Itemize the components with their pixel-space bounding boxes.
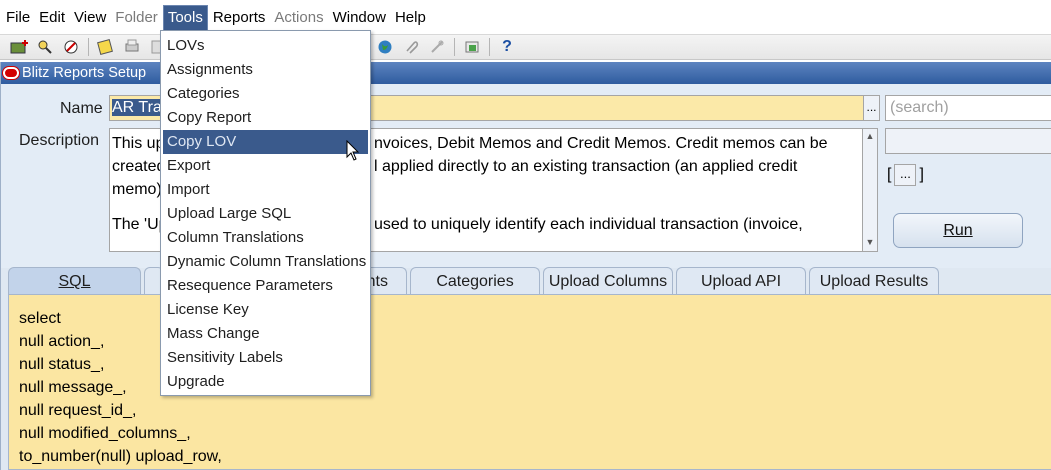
- description-line-1-right: nvoices, Debit Memos and Credit Memos. C…: [374, 135, 828, 152]
- tab-upload-api[interactable]: Upload API: [676, 267, 806, 294]
- menu-item-dynamic-column-translations[interactable]: Dynamic Column Translations: [161, 250, 370, 274]
- scroll-down-icon[interactable]: ▼: [864, 237, 876, 249]
- tab-upload-columns[interactable]: Upload Columns: [543, 267, 673, 294]
- description-line-3-left: memo): [112, 181, 162, 198]
- tools-menu-dropdown: LOVs Assignments Categories Copy Report …: [160, 30, 371, 396]
- menu-item-column-translations[interactable]: Column Translations: [161, 226, 370, 250]
- translations-icon[interactable]: [374, 37, 396, 57]
- menu-view[interactable]: View: [70, 6, 110, 30]
- form-area: Name AR Tra ... (search) Description Thi…: [1, 84, 1051, 268]
- menu-item-copy-report[interactable]: Copy Report: [161, 106, 370, 130]
- menu-item-import[interactable]: Import: [161, 178, 370, 202]
- toolbar-separator: [88, 38, 89, 56]
- description-para2-right: used to uniquely identify each individua…: [374, 216, 803, 233]
- tab-categories[interactable]: Categories: [410, 267, 540, 294]
- tab-upload-results-label: Upload Results: [819, 273, 929, 290]
- menu-item-sensitivity-labels[interactable]: Sensitivity Labels: [161, 346, 370, 370]
- run-button[interactable]: Run: [893, 213, 1023, 248]
- menu-item-lovs[interactable]: LOVs: [161, 34, 370, 58]
- bracket-dots[interactable]: ...: [894, 164, 917, 186]
- menu-bar: File Edit View Folder Tools Reports Acti…: [0, 4, 1051, 31]
- navigator-icon[interactable]: [60, 37, 82, 57]
- toolbar-separator: [454, 38, 455, 56]
- menu-tools[interactable]: Tools: [162, 4, 208, 31]
- new-record-icon[interactable]: [8, 37, 30, 57]
- menu-item-resequence-parameters[interactable]: Resequence Parameters: [161, 274, 370, 298]
- blitz-reports-window: Blitz Reports Setup Name AR Tra ... (sea…: [0, 62, 1051, 470]
- tab-sql[interactable]: SQL: [8, 267, 141, 294]
- menu-item-upload-large-sql[interactable]: Upload Large SQL: [161, 202, 370, 226]
- name-lov-button[interactable]: ...: [863, 95, 880, 121]
- save-icon[interactable]: [95, 37, 117, 57]
- description-label: Description: [19, 132, 100, 149]
- run-label: Run: [943, 222, 973, 239]
- description-line-2-left: created: [112, 158, 166, 175]
- tab-upload-api-label: Upload API: [700, 273, 782, 290]
- attachments-icon[interactable]: [400, 37, 422, 57]
- menu-item-upgrade[interactable]: Upgrade: [161, 370, 370, 394]
- tab-strip: SQL nts Categories Upload Columns Upload…: [1, 267, 1051, 294]
- menu-edit[interactable]: Edit: [35, 6, 69, 30]
- menu-item-copy-lov[interactable]: Copy LOV: [163, 130, 368, 154]
- oracle-icon: [3, 67, 19, 79]
- menu-folder[interactable]: Folder: [111, 6, 162, 30]
- tab-upload-columns-label: Upload Columns: [548, 273, 668, 290]
- sql-line: to_number(null) upload_row,: [19, 448, 222, 465]
- menu-help[interactable]: Help: [391, 6, 430, 30]
- window-icon[interactable]: [461, 37, 483, 57]
- search-input[interactable]: (search): [885, 95, 1051, 121]
- tab-categories-label: Categories: [436, 273, 514, 290]
- description-scrollbar[interactable]: ▲ ▼: [862, 128, 878, 252]
- menu-file[interactable]: File: [2, 6, 34, 30]
- side-field[interactable]: [885, 128, 1051, 154]
- menu-item-categories[interactable]: Categories: [161, 82, 370, 106]
- name-selected-text: AR Tra: [112, 99, 162, 116]
- description-line-1-left: This up: [112, 135, 165, 152]
- find-icon[interactable]: [34, 37, 56, 57]
- menu-item-export[interactable]: Export: [161, 154, 370, 178]
- menu-actions[interactable]: Actions: [270, 6, 327, 30]
- description-line-2-right: l applied directly to an existing transa…: [374, 158, 798, 175]
- flexfield-bracket[interactable]: [ ... ]: [887, 164, 924, 186]
- sql-line: null modified_columns_,: [19, 425, 191, 442]
- menu-item-mass-change[interactable]: Mass Change: [161, 322, 370, 346]
- tab-upload-results[interactable]: Upload Results: [809, 267, 939, 294]
- window-titlebar: Blitz Reports Setup: [1, 62, 1051, 84]
- sql-line: null request_id_,: [19, 402, 137, 419]
- name-label: Name: [60, 100, 103, 117]
- menu-item-license-key[interactable]: License Key: [161, 298, 370, 322]
- mouse-cursor-icon: [346, 140, 360, 161]
- folder-tools-icon[interactable]: [426, 37, 448, 57]
- help-icon[interactable]: ?: [496, 37, 518, 57]
- menu-item-assignments[interactable]: Assignments: [161, 58, 370, 82]
- menu-window[interactable]: Window: [329, 6, 390, 30]
- bracket-open: [: [887, 166, 892, 183]
- toolbar-separator: [489, 38, 490, 56]
- toolbar: ?: [0, 34, 1051, 60]
- bracket-close: ]: [919, 166, 924, 183]
- print-icon[interactable]: [121, 37, 143, 57]
- menu-reports[interactable]: Reports: [209, 6, 270, 30]
- tab-sql-label: SQL: [58, 273, 91, 290]
- window-title: Blitz Reports Setup: [22, 65, 147, 81]
- scroll-up-icon[interactable]: ▲: [864, 131, 876, 143]
